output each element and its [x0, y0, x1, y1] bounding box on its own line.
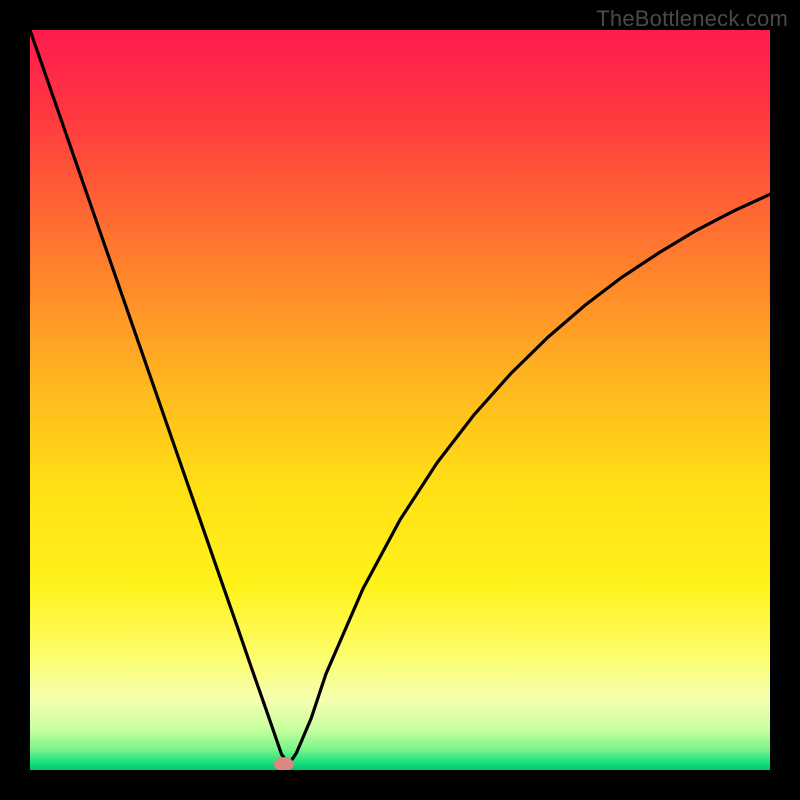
- bottleneck-chart: [30, 30, 770, 770]
- plot-area: [30, 30, 770, 770]
- watermark-text: TheBottleneck.com: [596, 6, 788, 32]
- chart-frame: TheBottleneck.com: [0, 0, 800, 800]
- gradient-background: [30, 30, 770, 770]
